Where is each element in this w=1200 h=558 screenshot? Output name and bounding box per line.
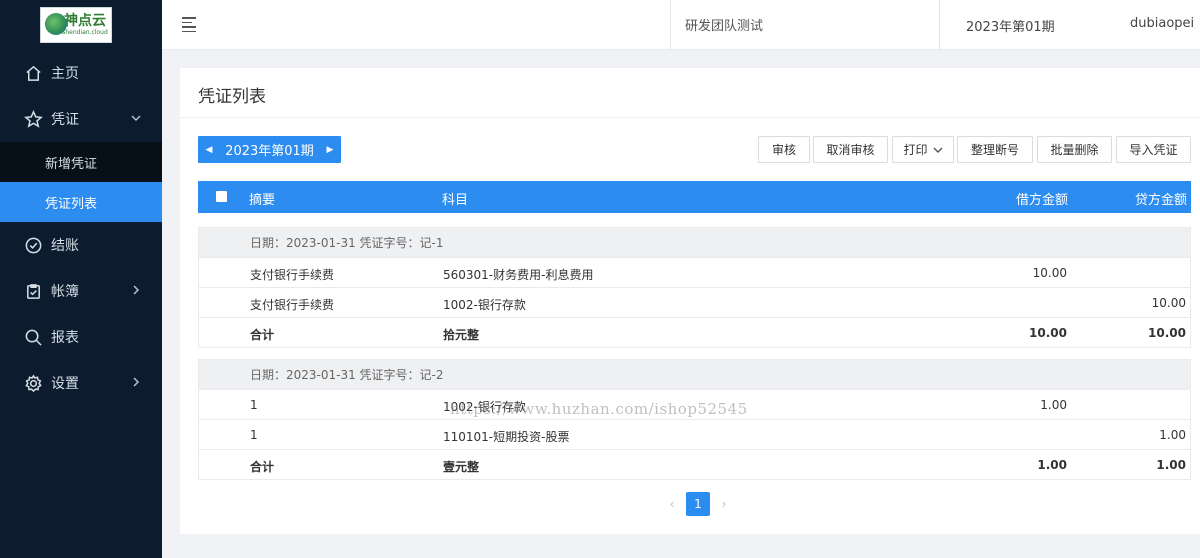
cell-amount-words: 壹元整	[443, 460, 480, 474]
cell-subject: 1002-银行存款	[443, 298, 526, 312]
watermark: https://www.huzhan.com/ishop52545	[450, 400, 748, 418]
table-row[interactable]: 1 110101-短期投资-股票 1.00	[199, 419, 1190, 449]
menu-toggle-icon[interactable]	[182, 17, 196, 32]
cell-debit: 1.00	[1037, 458, 1067, 472]
sidebar-item-label: 凭证	[51, 112, 79, 128]
sidebar-subitem-voucher-list[interactable]: 凭证列表	[0, 182, 162, 222]
period-navigator: ◀ 2023年第01期 ▶	[198, 136, 341, 163]
chevron-right-icon	[130, 376, 142, 388]
team-selector[interactable]: 研发团队测试	[670, 0, 940, 49]
sidebar-subitem-new-voucher[interactable]: 新增凭证	[0, 142, 162, 182]
cell-summary: 合计	[250, 328, 275, 342]
col-credit: 贷方金额	[1134, 193, 1187, 208]
table-row[interactable]: 支付银行手续费 560301-财务费用-利息费用 10.00	[199, 257, 1190, 287]
header-period[interactable]: 2023年第01期	[966, 16, 1055, 35]
next-page-icon[interactable]: ›	[712, 497, 736, 511]
voucher-list-card: 凭证列表 ◀ 2023年第01期 ▶ 审核 取消审核 打印 整理断号 批量删除 …	[180, 68, 1200, 534]
voucher-group: 日期：2023-01-31 凭证字号：记-1 支付银行手续费 560301-财务…	[198, 227, 1191, 348]
page-title: 凭证列表	[198, 87, 266, 107]
period-label[interactable]: 2023年第01期	[220, 140, 319, 159]
cell-summary: 合计	[250, 460, 275, 474]
sidebar-item-settings[interactable]: 设置	[0, 360, 162, 406]
batch-delete-button[interactable]: 批量删除	[1037, 136, 1112, 163]
cell-debit: 1.00	[1040, 398, 1067, 412]
sidebar-subitem-label: 新增凭证	[45, 156, 98, 172]
divider	[180, 117, 1200, 118]
page-number[interactable]: 1	[686, 492, 710, 516]
sidebar-item-voucher[interactable]: 凭证	[0, 96, 162, 142]
cell-debit: 10.00	[1032, 266, 1067, 280]
sidebar-item-reports[interactable]: 报表	[0, 314, 162, 360]
cell-amount-words: 拾元整	[443, 328, 480, 342]
home-icon	[23, 63, 43, 83]
cell-debit: 10.00	[1029, 326, 1067, 340]
logo-mark-icon	[45, 13, 67, 35]
cell-credit: 10.00	[1148, 326, 1186, 340]
logo[interactable]: 神点云 shendian.cloud	[40, 7, 112, 43]
logo-area: 神点云 shendian.cloud	[0, 0, 162, 50]
voucher-group: 日期：2023-01-31 凭证字号：记-2 1 1002-银行存款 1.00 …	[198, 359, 1191, 480]
chevron-down-icon	[933, 147, 942, 153]
sidebar-item-label: 帐簿	[51, 284, 79, 300]
voucher-header[interactable]: 日期：2023-01-31 凭证字号：记-1	[199, 227, 1190, 257]
cell-credit: 1.00	[1159, 428, 1186, 442]
check-circle-icon	[23, 235, 43, 255]
user-menu[interactable]: dubiaopei	[1130, 16, 1194, 31]
prev-period-icon[interactable]: ◀	[198, 145, 220, 155]
sidebar-item-ledger[interactable]: 帐簿	[0, 268, 162, 314]
cell-summary: 1	[250, 398, 258, 412]
sidebar-item-label: 主页	[51, 66, 79, 82]
sidebar-subitem-label: 凭证列表	[45, 196, 98, 212]
logo-name: 神点云	[64, 13, 106, 29]
print-button[interactable]: 打印	[892, 136, 954, 163]
select-all-checkbox[interactable]	[216, 191, 227, 202]
top-header: 研发团队测试 2023年第01期 dubiaopei	[162, 0, 1200, 50]
voucher-header[interactable]: 日期：2023-01-31 凭证字号：记-2	[199, 359, 1190, 389]
cell-summary: 1	[250, 428, 258, 442]
sidebar-item-home[interactable]: 主页	[0, 50, 162, 96]
sidebar-item-label: 报表	[51, 330, 79, 346]
gear-icon	[23, 373, 43, 393]
table-header: 摘要 科目 借方金额 贷方金额	[198, 181, 1191, 213]
sidebar: 神点云 shendian.cloud 主页 凭证 新增凭证 凭证列表 结账 帐簿…	[0, 0, 162, 558]
import-voucher-button[interactable]: 导入凭证	[1116, 136, 1191, 163]
next-period-icon[interactable]: ▶	[319, 145, 341, 155]
audit-button[interactable]: 审核	[758, 136, 810, 163]
cancel-audit-button[interactable]: 取消审核	[813, 136, 888, 163]
sidebar-item-closing[interactable]: 结账	[0, 222, 162, 268]
search-icon	[23, 327, 43, 347]
reorder-number-button[interactable]: 整理断号	[957, 136, 1033, 163]
logo-sub: shendian.cloud	[62, 29, 108, 36]
cell-subject: 560301-财务费用-利息费用	[443, 268, 594, 282]
total-row: 合计 拾元整 10.00 10.00	[199, 317, 1190, 347]
clipboard-icon	[23, 281, 43, 301]
team-name: 研发团队测试	[685, 19, 764, 34]
pagination: ‹ 1 ›	[660, 492, 736, 516]
col-summary: 摘要	[249, 193, 276, 208]
chevron-down-icon	[130, 112, 142, 124]
chevron-right-icon	[130, 284, 142, 296]
sidebar-item-label: 结账	[51, 238, 79, 254]
cell-credit: 10.00	[1151, 296, 1186, 310]
cell-summary: 支付银行手续费	[250, 298, 335, 312]
print-label: 打印	[903, 143, 928, 157]
col-subject: 科目	[442, 193, 469, 208]
prev-page-icon[interactable]: ‹	[660, 497, 684, 511]
cell-subject: 110101-短期投资-股票	[443, 430, 570, 444]
table-row[interactable]: 支付银行手续费 1002-银行存款 10.00	[199, 287, 1190, 317]
star-icon	[23, 109, 43, 129]
cell-summary: 支付银行手续费	[250, 268, 335, 282]
sidebar-item-label: 设置	[51, 376, 79, 392]
col-debit: 借方金额	[1015, 193, 1068, 208]
total-row: 合计 壹元整 1.00 1.00	[199, 449, 1190, 479]
cell-credit: 1.00	[1156, 458, 1186, 472]
